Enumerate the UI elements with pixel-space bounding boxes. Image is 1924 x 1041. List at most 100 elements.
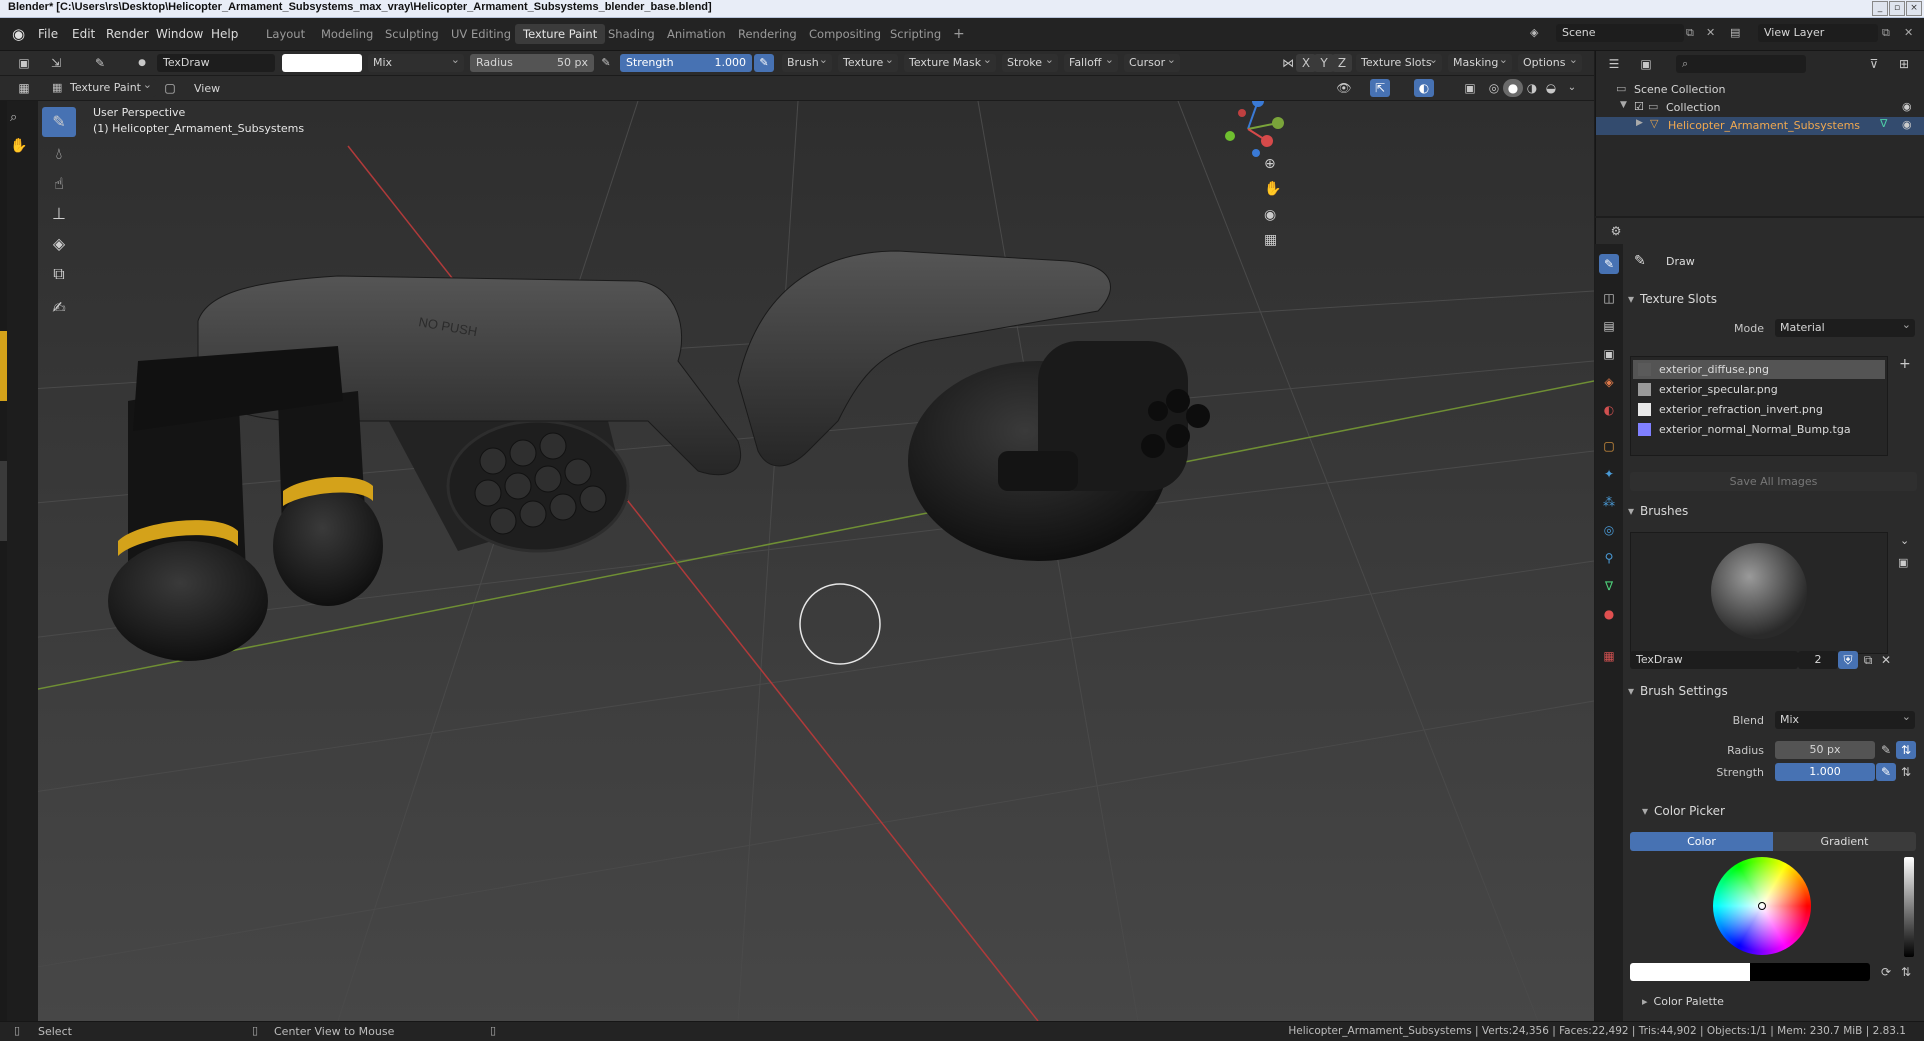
brush-name-field[interactable]: TexDraw: [1630, 651, 1798, 669]
save-all-images-button[interactable]: Save All Images: [1630, 472, 1917, 491]
navigation-gizmo[interactable]: [1208, 101, 1288, 169]
menu-edit[interactable]: Edit: [72, 27, 95, 41]
blender-logo-icon[interactable]: ◉: [12, 25, 25, 43]
overlay-toggle-icon[interactable]: ◐: [1414, 79, 1434, 97]
menu-texture[interactable]: Texture: [838, 51, 898, 72]
render-tab-icon[interactable]: ◫: [1599, 288, 1619, 308]
gizmo-toggle-icon[interactable]: ⇱: [1370, 79, 1390, 97]
visibility-icon[interactable]: 👁︎: [1334, 79, 1354, 97]
radius-field[interactable]: Radius 50 px: [470, 54, 594, 72]
data-tab-icon[interactable]: ∇: [1599, 576, 1619, 596]
material-tab-icon[interactable]: ●: [1599, 604, 1619, 624]
radius-slider[interactable]: 50 px: [1775, 741, 1875, 759]
swap-colors-icon[interactable]: ⟳: [1876, 963, 1896, 981]
tab-layout[interactable]: Layout: [258, 24, 313, 44]
fill-tool-button[interactable]: ◈: [42, 229, 76, 259]
object-tab-icon[interactable]: ▢: [1599, 436, 1619, 456]
new-view-layer-icon[interactable]: ⧉: [1882, 26, 1890, 40]
menu-texture-slots[interactable]: Texture Slots: [1356, 51, 1442, 72]
texture-tab-icon[interactable]: ▦: [1599, 646, 1619, 666]
annotate-tool-button[interactable]: ✍︎: [42, 293, 76, 323]
tab-rendering[interactable]: Rendering: [730, 24, 805, 44]
tab-sculpting[interactable]: Sculpting: [377, 24, 447, 44]
chevron-down-icon[interactable]: ⌄: [1900, 534, 1909, 547]
editor-type-icon[interactable]: ▦: [14, 79, 34, 97]
texture-slot-item[interactable]: exterior_refraction_invert.png: [1633, 400, 1885, 419]
new-collection-icon[interactable]: ⊞: [1894, 55, 1914, 73]
hand-icon[interactable]: ✋: [10, 138, 27, 154]
outliner-row-object[interactable]: ▶ ▽ Helicopter_Armament_Subsystems ∇ ◉: [1596, 117, 1924, 135]
add-workspace-button[interactable]: +: [945, 24, 973, 44]
new-scene-icon[interactable]: ⧉: [1686, 26, 1694, 40]
texture-slot-item[interactable]: exterior_specular.png: [1633, 380, 1885, 399]
scene-selector[interactable]: Scene: [1556, 24, 1684, 42]
slot-mode-dropdown[interactable]: Material: [1775, 316, 1915, 337]
yellow-side-tab[interactable]: [0, 331, 7, 401]
properties-editor-icon[interactable]: ⚙: [1606, 222, 1626, 240]
outliner-row-scene-collection[interactable]: ▭ Scene Collection: [1596, 81, 1924, 99]
expand-arrow-icon[interactable]: ▼: [1620, 100, 1627, 110]
fake-user-icon[interactable]: ⛨: [1838, 651, 1858, 669]
grid-icon[interactable]: ▦: [1264, 232, 1277, 248]
color-wheel[interactable]: [1713, 857, 1811, 955]
radius-pressure-icon[interactable]: ✎: [596, 54, 616, 72]
tool-tab-icon[interactable]: ✎: [1599, 254, 1619, 274]
scene-tab-icon[interactable]: ◈: [1599, 372, 1619, 392]
brush-preview-box[interactable]: [1630, 532, 1888, 654]
particles-tab-icon[interactable]: ⁂: [1599, 492, 1619, 512]
smear-tool-button[interactable]: ☝︎: [42, 169, 76, 199]
outliner-row-collection[interactable]: ▼ ☑ ▭ Collection ◉: [1596, 99, 1924, 117]
strength-field[interactable]: Strength 1.000: [620, 54, 752, 72]
menu-render[interactable]: Render: [106, 27, 149, 41]
mirror-x-toggle[interactable]: X: [1296, 54, 1316, 72]
filter-icon[interactable]: ⊽: [1864, 55, 1884, 73]
brush-image-icon[interactable]: ▣: [1898, 556, 1908, 569]
mirror-z-toggle[interactable]: Z: [1332, 54, 1352, 72]
brush-dot-icon[interactable]: ●: [132, 54, 152, 72]
mask-tool-button[interactable]: ⧉: [42, 259, 76, 289]
view-layer-selector[interactable]: View Layer: [1758, 24, 1878, 42]
menu-options[interactable]: Options: [1518, 51, 1582, 72]
color-mode-tab[interactable]: Color: [1630, 832, 1773, 851]
shading-wireframe-icon[interactable]: ◎: [1484, 79, 1504, 97]
radius-unit-icon[interactable]: ⇅: [1896, 741, 1916, 759]
brush-icon[interactable]: ✎: [90, 54, 110, 72]
menu-file[interactable]: File: [38, 27, 58, 41]
maximize-button[interactable]: ▫: [1889, 1, 1905, 16]
texture-slot-item[interactable]: exterior_normal_Normal_Bump.tga: [1633, 420, 1885, 439]
brushes-section[interactable]: Brushes: [1628, 500, 1918, 522]
physics-tab-icon[interactable]: ◎: [1599, 520, 1619, 540]
tab-compositing[interactable]: Compositing: [801, 24, 889, 44]
primary-color-swatch[interactable]: [1630, 963, 1750, 981]
hand-icon[interactable]: ✋: [1264, 181, 1281, 197]
draw-tool-button[interactable]: ✎: [42, 107, 76, 137]
tab-shading[interactable]: Shading: [600, 24, 663, 44]
menu-view[interactable]: View: [194, 82, 220, 95]
texture-slots-section[interactable]: Texture Slots: [1628, 288, 1918, 310]
checkbox-icon[interactable]: ☑: [1634, 100, 1644, 113]
tab-texture-paint[interactable]: Texture Paint: [515, 24, 606, 44]
color-unit-icon[interactable]: ⇅: [1896, 963, 1916, 981]
duplicate-brush-icon[interactable]: ⧉: [1858, 651, 1878, 669]
symmetry-icon[interactable]: ⋈: [1278, 54, 1298, 72]
menu-window[interactable]: Window: [156, 27, 203, 41]
menu-help[interactable]: Help: [211, 27, 238, 41]
strength-slider[interactable]: 1.000: [1775, 763, 1875, 781]
modifier-tab-icon[interactable]: ✦: [1599, 464, 1619, 484]
menu-brush[interactable]: Brush: [782, 51, 832, 72]
brush-name-field[interactable]: TexDraw: [157, 54, 275, 72]
tab-modeling[interactable]: Modeling: [313, 24, 381, 44]
display-mode-icon[interactable]: ▣: [1636, 55, 1656, 73]
brush-color-swatch[interactable]: [282, 54, 362, 72]
gradient-mode-tab[interactable]: Gradient: [1773, 832, 1916, 851]
editor-type-icon[interactable]: ▣: [14, 54, 34, 72]
expand-arrow-icon[interactable]: ▶: [1636, 118, 1643, 128]
delete-view-layer-icon[interactable]: ✕: [1904, 26, 1913, 39]
close-window-button[interactable]: ×: [1906, 1, 1922, 16]
zoom-icon[interactable]: ⌕: [10, 110, 17, 125]
camera-icon[interactable]: ◉: [1264, 207, 1276, 223]
clone-tool-button[interactable]: ⊥: [42, 199, 76, 229]
brush-users-count[interactable]: 2: [1798, 651, 1838, 669]
outliner-editor-icon[interactable]: ☰: [1604, 55, 1624, 73]
color-wheel-cursor[interactable]: [1758, 902, 1766, 910]
